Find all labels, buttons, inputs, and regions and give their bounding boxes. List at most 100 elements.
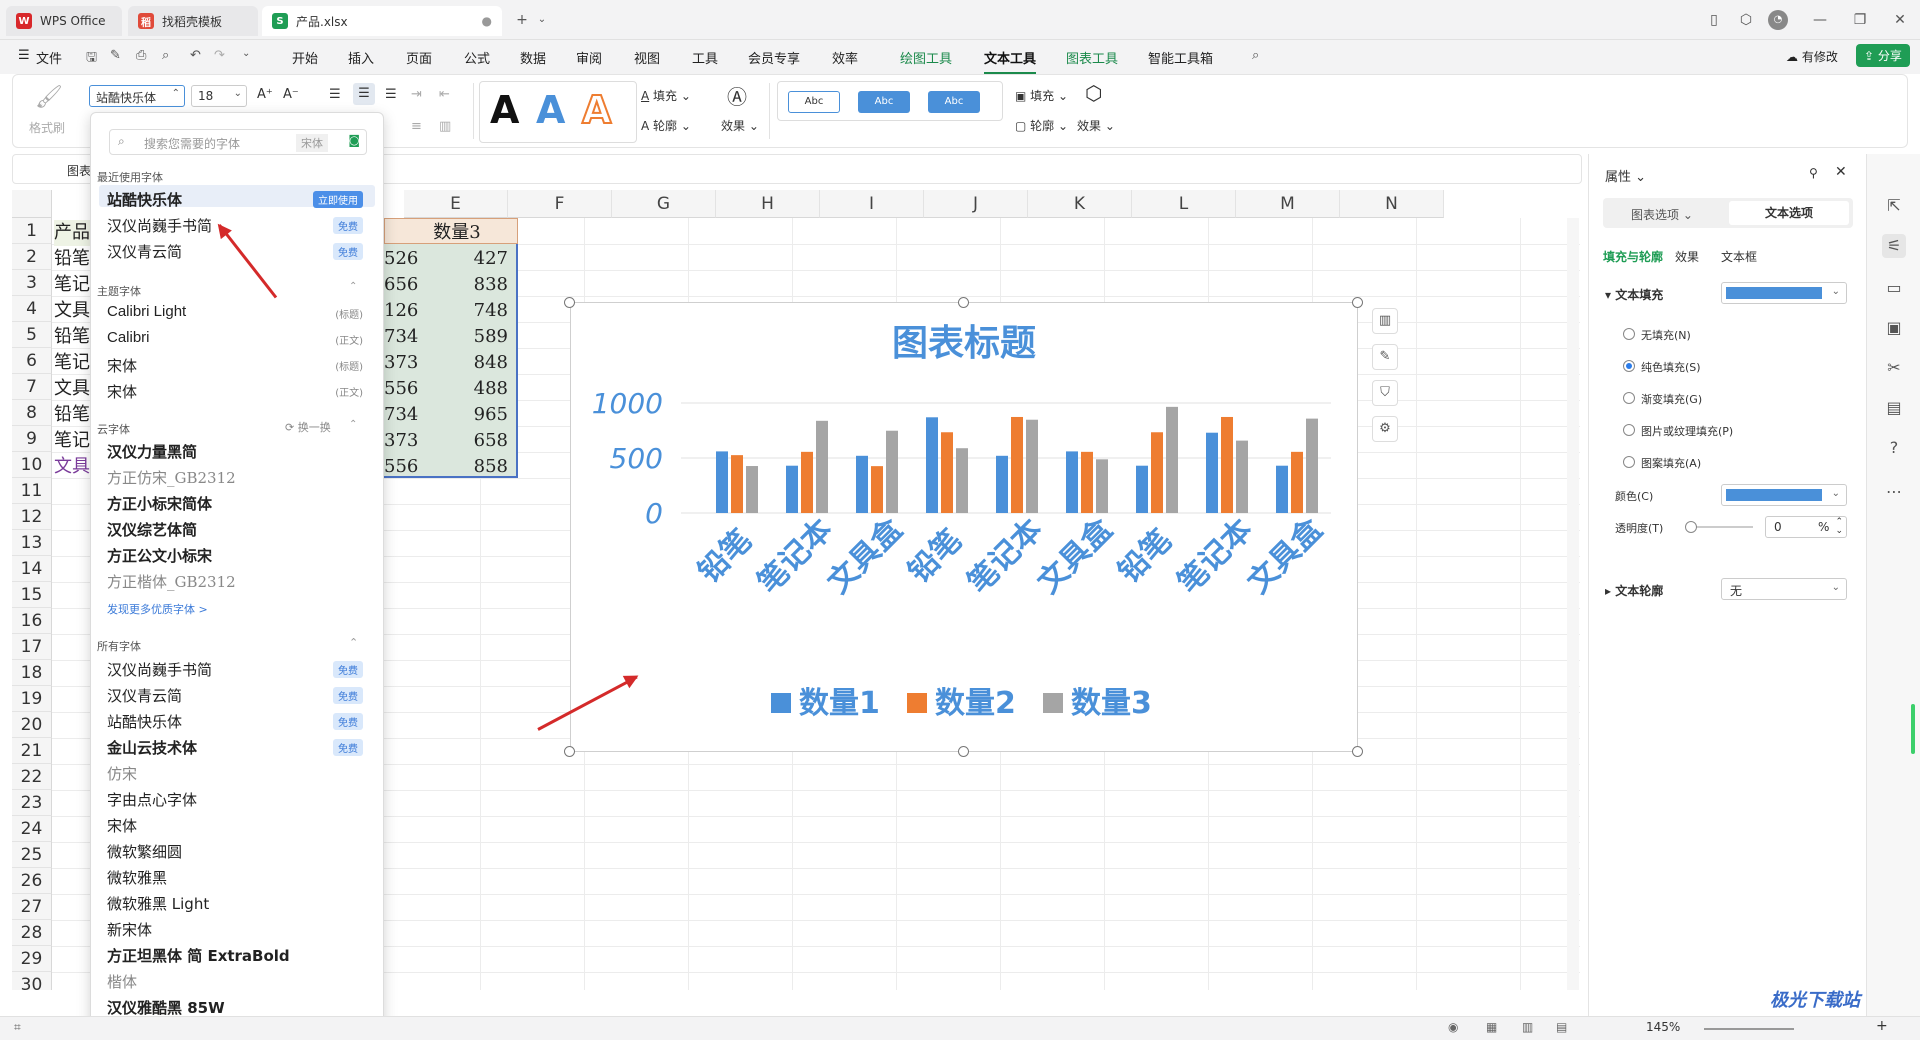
- cell-header[interactable]: 数量3: [412, 220, 502, 246]
- tools-icon[interactable]: ✂: [1882, 356, 1906, 380]
- chevron-down-icon[interactable]: ⌄: [532, 10, 552, 30]
- cell[interactable]: 858: [452, 454, 508, 480]
- chart[interactable]: 图表标题 0 500 1000 铅笔 笔记本 文具盒 铅笔 笔记本 文具盒 铅笔 笔记本 文具盒 数量1 数…: [570, 302, 1358, 752]
- resize-handle[interactable]: [564, 297, 575, 308]
- search-icon[interactable]: ⌕: [1252, 48, 1259, 63]
- row-header[interactable]: 28: [12, 920, 52, 946]
- font-item[interactable]: Calibri Light: [107, 303, 186, 320]
- bar-数量1[interactable]: [716, 451, 728, 513]
- font-item[interactable]: 方正公文小标宋: [107, 545, 212, 566]
- normal-view-icon[interactable]: ▦: [1486, 1020, 1497, 1034]
- row-header[interactable]: 8: [12, 400, 52, 426]
- bar-数量3[interactable]: [1096, 459, 1108, 513]
- opacity-slider-track[interactable]: [1689, 526, 1753, 528]
- text-fill-button[interactable]: A 填充 ⌄: [641, 87, 691, 104]
- format-painter-icon[interactable]: 🖌: [35, 85, 63, 110]
- more-icon[interactable]: ⌄: [242, 48, 250, 59]
- bar-数量1[interactable]: [856, 455, 868, 513]
- collapse-icon[interactable]: ⌃: [349, 419, 357, 430]
- page-break-icon[interactable]: ▤: [1556, 1020, 1567, 1034]
- cell[interactable]: 848: [452, 350, 508, 376]
- menu-data[interactable]: 数据: [520, 48, 546, 67]
- bar-数量1[interactable]: [996, 455, 1008, 513]
- pin-icon[interactable]: ⚲: [1809, 166, 1818, 180]
- bar-数量2[interactable]: [941, 432, 953, 513]
- cell[interactable]: 126: [384, 298, 418, 324]
- font-grow-icon[interactable]: A⁺: [257, 87, 273, 102]
- bar-数量2[interactable]: [1081, 451, 1093, 513]
- text-outline-button[interactable]: A 轮廓 ⌄: [641, 117, 691, 134]
- font-name-field[interactable]: 站酷快乐体 ⌃: [89, 85, 185, 107]
- column-header[interactable]: N: [1340, 190, 1444, 218]
- revise-button[interactable]: ☁ 有修改: [1786, 48, 1838, 65]
- cell[interactable]: 488: [452, 376, 508, 402]
- font-badge[interactable]: 免费: [333, 713, 363, 730]
- bar-数量2[interactable]: [731, 455, 743, 513]
- cell[interactable]: 427: [452, 246, 508, 272]
- camera-icon[interactable]: ◙: [348, 133, 360, 147]
- chart-style-icon[interactable]: ✎: [1372, 344, 1398, 370]
- menu-drawing-tools[interactable]: 绘图工具: [900, 48, 952, 67]
- opacity-slider-thumb[interactable]: [1685, 521, 1697, 533]
- bar-数量2[interactable]: [1291, 451, 1303, 513]
- menu-smart-toolbox[interactable]: 智能工具箱: [1148, 48, 1213, 67]
- bar-数量3[interactable]: [1026, 419, 1038, 513]
- shape-style-blue-2[interactable]: Abc: [928, 91, 980, 113]
- row-header[interactable]: 3: [12, 270, 52, 296]
- image-icon[interactable]: ▣: [1882, 316, 1906, 340]
- font-badge[interactable]: 立即使用: [313, 191, 363, 208]
- chart-elements-icon[interactable]: ▥: [1372, 308, 1398, 334]
- menu-page[interactable]: 页面: [406, 48, 432, 67]
- bar-数量2[interactable]: [801, 451, 813, 513]
- row-header[interactable]: 13: [12, 530, 52, 556]
- save-icon[interactable]: 🖫: [86, 48, 97, 70]
- legend-label[interactable]: 数量3: [1071, 686, 1152, 721]
- row-header[interactable]: 30: [12, 972, 52, 990]
- menu-view[interactable]: 视图: [634, 48, 660, 67]
- row-header[interactable]: 12: [12, 504, 52, 530]
- row-header[interactable]: 9: [12, 426, 52, 452]
- chevron-up-icon[interactable]: ⌃: [172, 88, 180, 99]
- font-size-field[interactable]: 18 ⌄: [191, 85, 247, 107]
- font-item[interactable]: 汉仪尚巍手书简: [107, 659, 212, 680]
- cube-icon[interactable]: ⬡: [1736, 10, 1756, 30]
- font-badge[interactable]: 免费: [333, 739, 363, 756]
- font-item[interactable]: 楷体: [107, 971, 137, 992]
- row-header[interactable]: 7: [12, 374, 52, 400]
- legend-label[interactable]: 数量1: [799, 686, 880, 721]
- font-item[interactable]: 汉仪综艺体简: [107, 519, 197, 540]
- menu-formula[interactable]: 公式: [464, 48, 490, 67]
- row-header[interactable]: 25: [12, 842, 52, 868]
- more-fonts-link[interactable]: 发现更多优质字体 >: [107, 601, 208, 617]
- resize-handle[interactable]: [958, 746, 969, 757]
- bar-数量3[interactable]: [1166, 406, 1178, 513]
- resize-handle[interactable]: [1352, 297, 1363, 308]
- row-header[interactable]: 21: [12, 738, 52, 764]
- cell[interactable]: 656: [384, 272, 418, 298]
- font-item[interactable]: 汉仪尚巍手书简: [107, 215, 212, 236]
- collapse-icon[interactable]: ⌃: [349, 281, 357, 292]
- preview-icon[interactable]: ⌕: [162, 48, 169, 63]
- column-header[interactable]: I: [820, 190, 924, 218]
- cell[interactable]: 526: [384, 246, 418, 272]
- row-header[interactable]: 2: [12, 244, 52, 270]
- font-search-field[interactable]: ⌕ 搜索您需要的字体 宋体 ◙: [109, 129, 367, 155]
- bar-数量1[interactable]: [1136, 465, 1148, 513]
- help-icon[interactable]: ?: [1882, 436, 1906, 460]
- font-item[interactable]: Calibri: [107, 329, 150, 346]
- pen-icon[interactable]: ✎: [110, 48, 121, 63]
- shape-fill-button[interactable]: ▣ 填充 ⌄: [1015, 87, 1068, 104]
- column-header[interactable]: J: [924, 190, 1028, 218]
- column-header[interactable]: H: [716, 190, 820, 218]
- new-tab-icon[interactable]: +: [512, 10, 532, 30]
- font-item[interactable]: 仿宋: [107, 763, 137, 784]
- row-header[interactable]: 14: [12, 556, 52, 582]
- row-header[interactable]: 27: [12, 894, 52, 920]
- wordart-orange-outline[interactable]: A: [581, 87, 612, 133]
- columns-icon[interactable]: ▥: [439, 119, 451, 134]
- resize-handle[interactable]: [564, 746, 575, 757]
- font-item[interactable]: 站酷快乐体: [107, 189, 182, 210]
- bar-数量3[interactable]: [1236, 440, 1248, 513]
- bar-数量1[interactable]: [786, 465, 798, 513]
- page-layout-icon[interactable]: ▥: [1522, 1020, 1533, 1034]
